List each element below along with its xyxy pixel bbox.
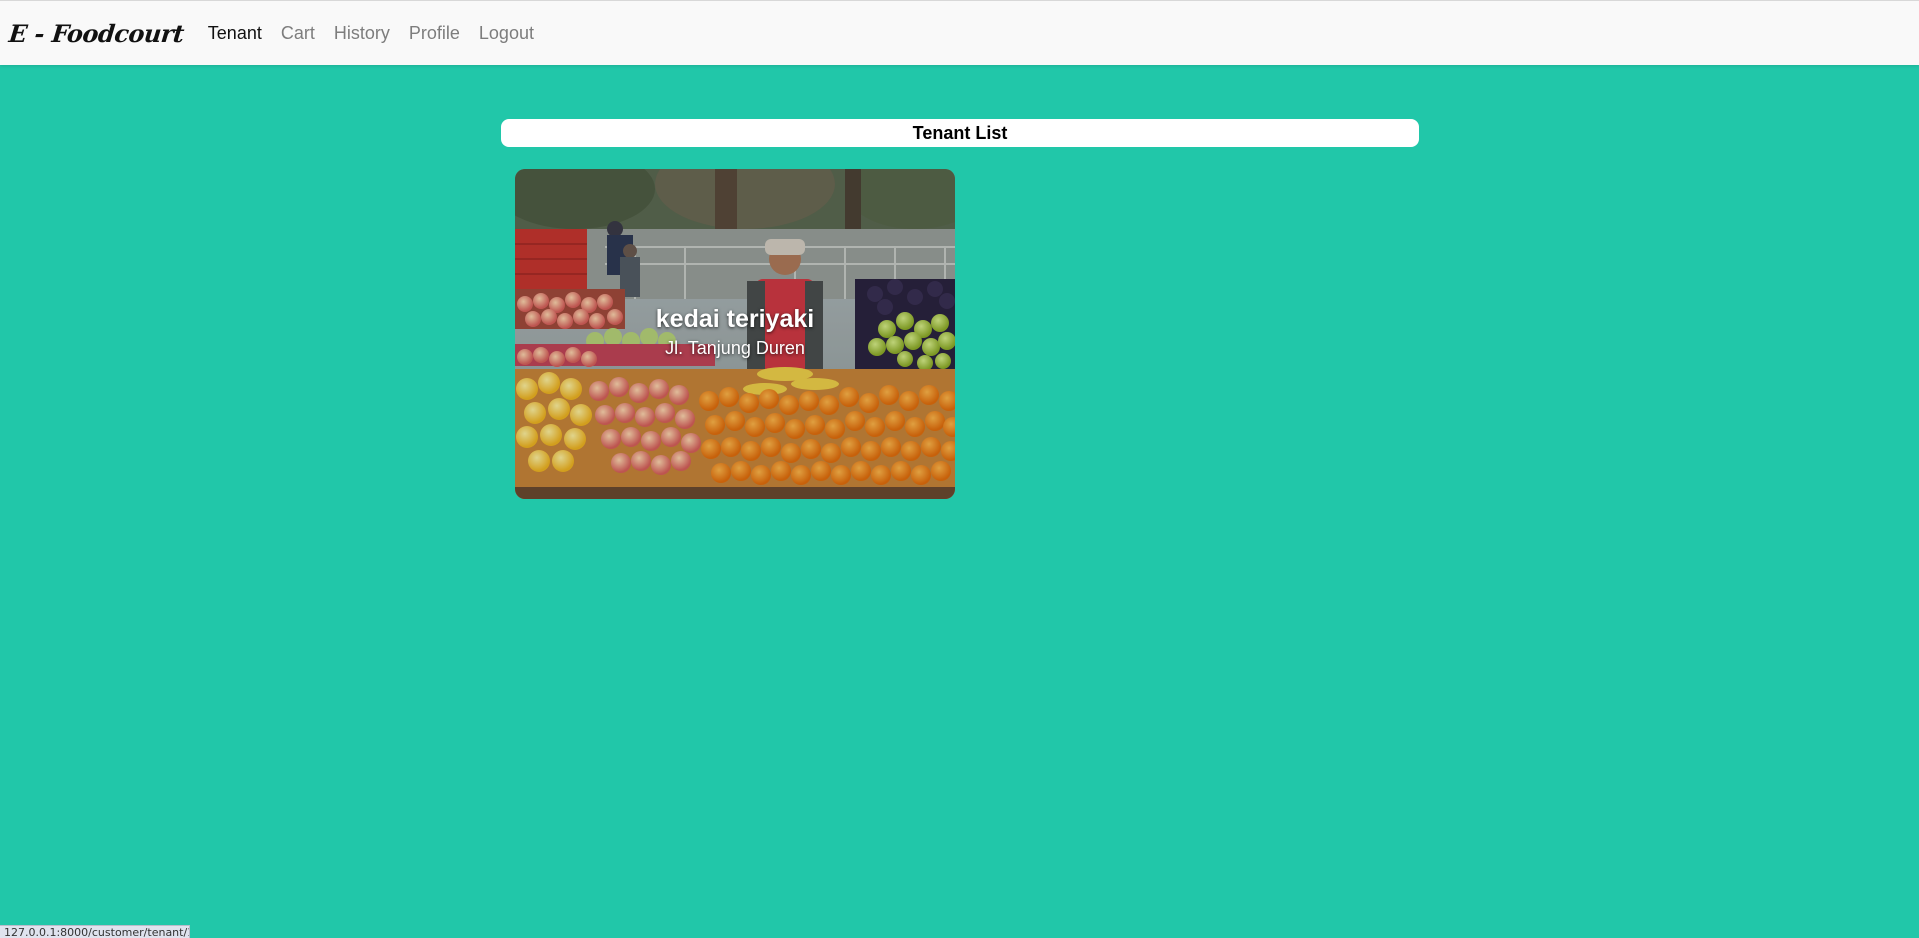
- nav-link-logout[interactable]: Logout: [479, 23, 534, 44]
- card-caption: kedai teriyaki Jl. Tanjung Duren: [515, 303, 955, 361]
- nav-link-profile[interactable]: Profile: [409, 23, 460, 44]
- tenant-address: Jl. Tanjung Duren: [665, 338, 805, 358]
- brand-logo[interactable]: E - Foodcourt: [7, 19, 185, 48]
- navbar: E - Foodcourt Tenant Cart History Profil…: [0, 0, 1919, 65]
- nav-links: Tenant Cart History Profile Logout: [208, 23, 553, 44]
- tenant-list-header: Tenant List: [501, 119, 1419, 147]
- tenant-name: kedai teriyaki: [655, 305, 815, 333]
- browser-status-url: 127.0.0.1:8000/customer/tenant/1: [0, 925, 190, 938]
- nav-link-tenant[interactable]: Tenant: [208, 23, 262, 44]
- nav-link-cart[interactable]: Cart: [281, 23, 315, 44]
- nav-link-history[interactable]: History: [334, 23, 390, 44]
- tenant-card[interactable]: kedai teriyaki Jl. Tanjung Duren: [515, 169, 955, 499]
